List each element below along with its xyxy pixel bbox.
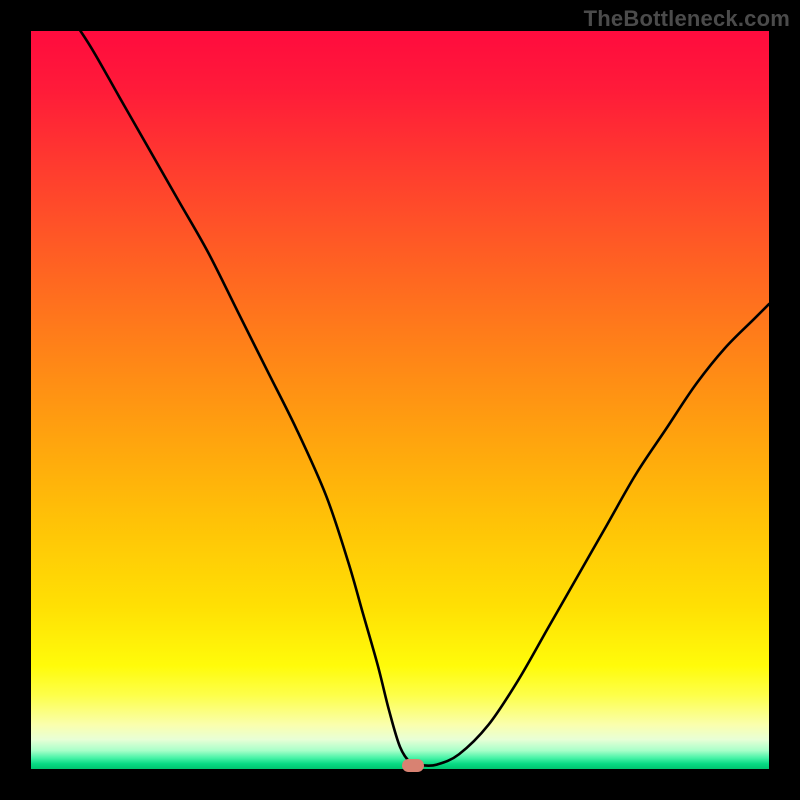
- plot-area: [31, 31, 769, 769]
- watermark-text: TheBottleneck.com: [584, 6, 790, 32]
- min-marker: [402, 759, 424, 772]
- chart-frame: TheBottleneck.com: [0, 0, 800, 800]
- bottleneck-curve: [31, 31, 769, 769]
